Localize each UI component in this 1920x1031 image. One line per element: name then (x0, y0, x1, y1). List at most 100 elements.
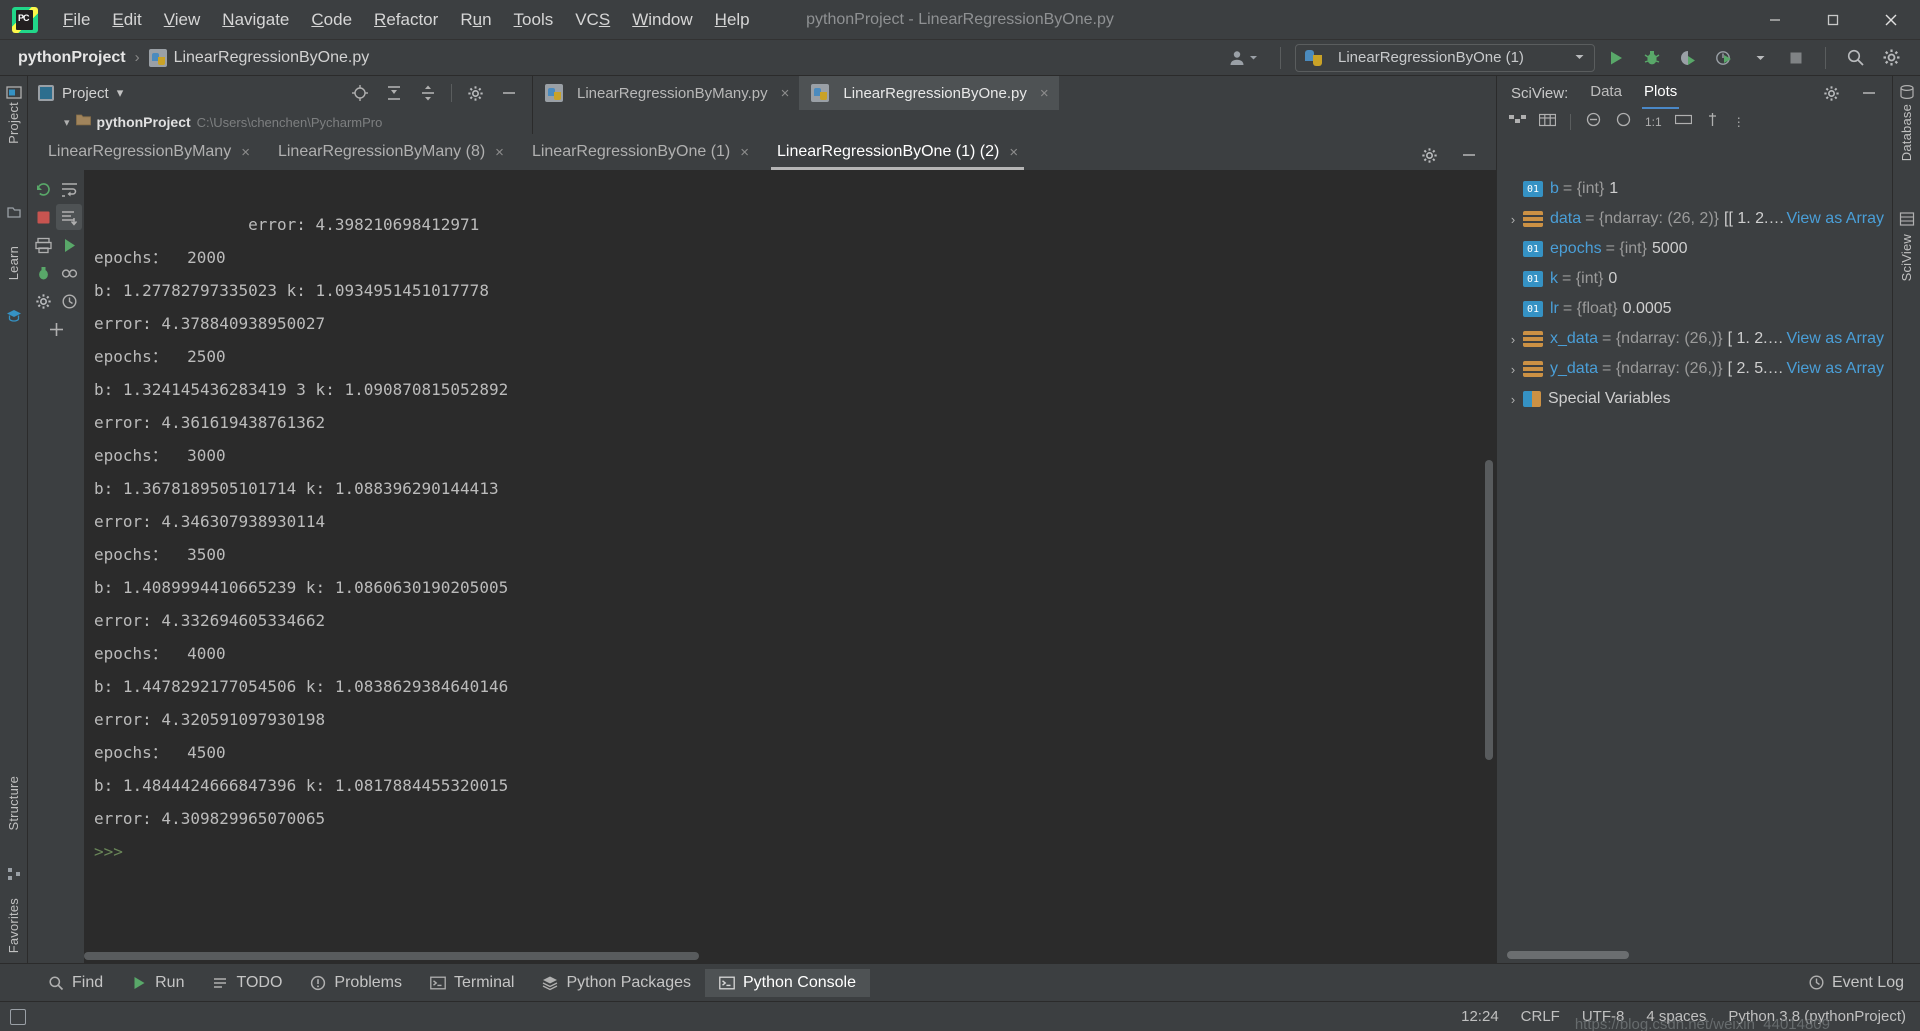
chevron-right-icon[interactable]: › (1503, 332, 1523, 347)
menu-item-help[interactable]: Help (704, 6, 761, 34)
sciview-table-icon[interactable] (1538, 113, 1557, 132)
event-log-button[interactable]: Event Log (1808, 974, 1920, 992)
structure-rail-icon[interactable] (6, 866, 22, 882)
project-tree-root-row[interactable]: ▾ pythonProject C:\Users\chenchen\Pychar… (28, 110, 533, 134)
account-icon[interactable] (1220, 49, 1266, 67)
variables-horizontal-scrollbar[interactable] (1507, 951, 1629, 959)
sciview-pin-icon[interactable] (1705, 112, 1720, 132)
rerun-icon[interactable] (30, 176, 56, 202)
sciview-more-icon[interactable]: ⋮ (1733, 115, 1745, 129)
variable-row[interactable]: › data= {ndarray: (26, 2)} [[ 1. 2.], [ 2.… (1497, 204, 1892, 234)
search-everywhere-icon[interactable] (1840, 43, 1870, 73)
sciview-tab-plots[interactable]: Plots (1641, 83, 1680, 109)
bottom-tab-terminal[interactable]: Terminal (416, 969, 528, 997)
menu-item-vcs[interactable]: VCS (564, 6, 621, 34)
bottom-tab-python-console[interactable]: Python Console (705, 968, 870, 997)
breadcrumb-file[interactable]: LinearRegressionByOne.py (148, 48, 369, 67)
menu-item-edit[interactable]: Edit (101, 6, 152, 34)
run-with-coverage-button[interactable] (1673, 43, 1703, 73)
sciview-zoom-out-icon[interactable] (1585, 111, 1602, 133)
console-hide-icon[interactable] (1454, 140, 1484, 170)
menu-item-tools[interactable]: Tools (503, 6, 565, 34)
menu-item-window[interactable]: Window (621, 6, 703, 34)
variable-row[interactable]: 01 k = {int} 0 (1497, 264, 1892, 294)
chevron-right-icon[interactable]: › (1503, 362, 1523, 377)
sciview-zoom-100-icon[interactable]: 1:1 (1645, 115, 1662, 129)
rail-label-structure[interactable]: Structure (6, 776, 21, 831)
execute-icon[interactable] (56, 232, 82, 258)
bottom-tab-find[interactable]: Find (34, 969, 117, 997)
variable-row[interactable]: 01 b = {int} 1 (1497, 174, 1892, 204)
collapse-all-icon[interactable] (413, 78, 443, 108)
menu-item-view[interactable]: View (153, 6, 212, 34)
chevron-right-icon[interactable]: › (1503, 212, 1523, 227)
minimize-icon[interactable] (1746, 0, 1804, 40)
settings-icon[interactable] (30, 288, 56, 314)
scroll-end-icon[interactable] (56, 204, 82, 230)
editor-tab-1[interactable]: LinearRegressionByOne.py × (799, 76, 1059, 110)
sciview-hide-icon[interactable] (1854, 78, 1884, 108)
menu-item-run[interactable]: Run (449, 6, 502, 34)
menu-item-code[interactable]: Code (300, 6, 363, 34)
print-icon[interactable] (30, 232, 56, 258)
status-line-separator[interactable]: CRLF (1521, 1008, 1560, 1025)
console-output[interactable]: error: 4.398210698412971 epochs： 2000 b:… (84, 170, 1496, 949)
debug-icon[interactable] (30, 260, 56, 286)
history-icon[interactable] (56, 288, 82, 314)
close-icon[interactable]: × (740, 144, 749, 161)
close-icon[interactable]: × (781, 85, 790, 102)
learn-rail-icon[interactable] (6, 308, 22, 324)
console-tab-1[interactable]: LinearRegressionByMany (8) × (264, 134, 518, 170)
rail-label-favorites[interactable]: Favorites (6, 898, 21, 953)
bottom-tab-todo[interactable]: TODO (198, 969, 296, 997)
breadcrumb-project[interactable]: pythonProject (18, 49, 126, 67)
variable-row[interactable]: 01 lr = {float} 0.0005 (1497, 294, 1892, 324)
hide-project-icon[interactable] (494, 78, 524, 108)
menu-item-file[interactable]: File (52, 6, 101, 34)
rail-label-learn[interactable]: Learn (6, 246, 21, 280)
commit-rail-icon[interactable] (6, 204, 22, 220)
variable-row[interactable]: › Special Variables (1497, 384, 1892, 414)
menu-item-navigate[interactable]: Navigate (211, 6, 300, 34)
rail-label-database[interactable]: Database (1899, 104, 1914, 161)
variable-row[interactable]: › x_data= {ndarray: (26,)}[ 1. 2. 3. 4. 5… (1497, 324, 1892, 354)
sciview-thumbnails-icon[interactable] (1509, 113, 1526, 132)
close-icon[interactable]: × (241, 144, 250, 161)
console-tab-3[interactable]: LinearRegressionByOne (1) (2) × (763, 134, 1032, 170)
view-as-array-link[interactable]: View as Array (1786, 330, 1892, 348)
add-icon[interactable] (43, 316, 69, 342)
bottom-tab-run[interactable]: Run (117, 969, 198, 997)
bottom-tab-problems[interactable]: Problems (296, 969, 416, 997)
maximize-icon[interactable] (1804, 0, 1862, 40)
rail-label-project[interactable]: Project (6, 102, 21, 144)
console-settings-gear-icon[interactable] (1414, 140, 1444, 170)
console-vertical-scrollbar[interactable] (1485, 460, 1493, 760)
console-tab-2[interactable]: LinearRegressionByOne (1) × (518, 134, 763, 170)
close-icon[interactable]: × (1009, 144, 1018, 161)
sciview-fit-width-icon[interactable] (1674, 113, 1692, 131)
debug-button[interactable] (1637, 43, 1667, 73)
locate-file-icon[interactable] (345, 78, 375, 108)
menu-item-refactor[interactable]: Refactor (363, 6, 449, 34)
expand-all-icon[interactable] (379, 78, 409, 108)
rail-label-sciview[interactable]: SciView (1899, 234, 1914, 281)
console-horizontal-scrollbar[interactable] (84, 952, 699, 960)
chevron-right-icon[interactable]: › (1503, 392, 1523, 407)
profile-button[interactable] (1709, 43, 1739, 73)
close-icon[interactable]: × (1040, 85, 1049, 102)
run-button[interactable] (1601, 43, 1631, 73)
close-icon[interactable]: × (495, 144, 504, 161)
stop-icon[interactable] (30, 204, 56, 230)
view-as-array-link[interactable]: View as Array (1786, 360, 1892, 378)
soft-wrap-icon[interactable] (56, 176, 82, 202)
more-dropdown-icon[interactable] (1745, 43, 1775, 73)
bottom-tab-python-packages[interactable]: Python Packages (528, 969, 705, 997)
variable-row[interactable]: 01 epochs = {int} 5000 (1497, 234, 1892, 264)
variables-icon[interactable] (56, 260, 82, 286)
stop-button[interactable] (1781, 43, 1811, 73)
close-icon[interactable] (1862, 0, 1920, 40)
chevron-down-icon[interactable]: ▾ (64, 116, 70, 129)
editor-tab-0[interactable]: LinearRegressionByMany.py × (533, 76, 799, 110)
chevron-down-icon[interactable]: ▾ (117, 85, 124, 101)
console-tab-0[interactable]: LinearRegressionByMany × (34, 134, 264, 170)
